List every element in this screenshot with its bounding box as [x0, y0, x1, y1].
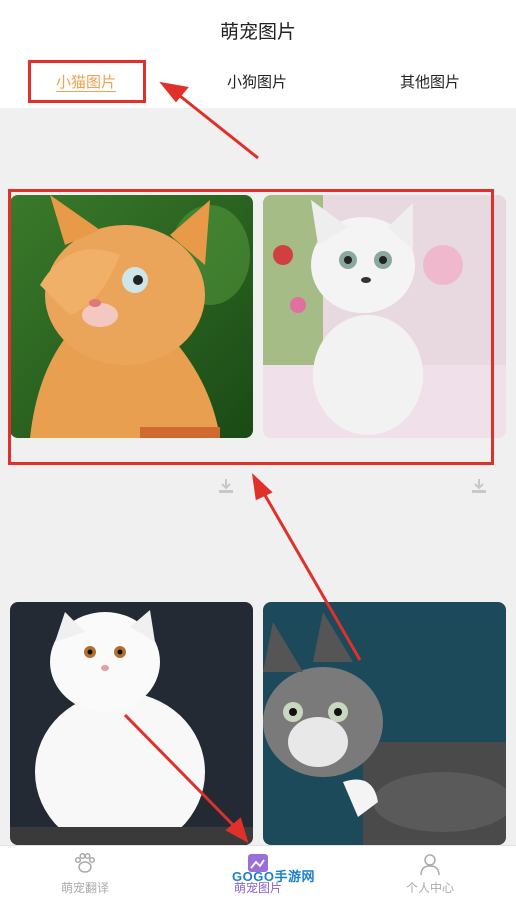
tabby-kitten-photo[interactable]	[263, 602, 506, 845]
tab-other-pictures[interactable]: 其他图片	[370, 60, 490, 104]
nav-item-pet-translate[interactable]: 萌宠翻译	[25, 846, 145, 900]
nav-item-profile[interactable]: 个人中心	[370, 846, 490, 900]
nav-label: 萌宠翻译	[60, 881, 109, 895]
orange-kitten-photo[interactable]	[10, 195, 253, 438]
tab-cat-pictures[interactable]: 小猫图片	[28, 60, 144, 104]
page-title: 萌宠图片	[0, 0, 516, 60]
download-icon[interactable]	[470, 477, 488, 495]
category-tabs: 小猫图片 小狗图片 其他图片	[0, 60, 516, 108]
person-icon	[420, 854, 440, 876]
download-icon[interactable]	[217, 477, 235, 495]
tab-dog-pictures[interactable]: 小狗图片	[198, 60, 316, 104]
white-kitten-photo[interactable]	[263, 195, 506, 438]
nav-label: 个人中心	[405, 881, 454, 895]
persian-cat-photo[interactable]	[10, 602, 253, 845]
paw-icon	[74, 852, 96, 873]
watermark-logo: GOGO手游网	[232, 869, 315, 884]
